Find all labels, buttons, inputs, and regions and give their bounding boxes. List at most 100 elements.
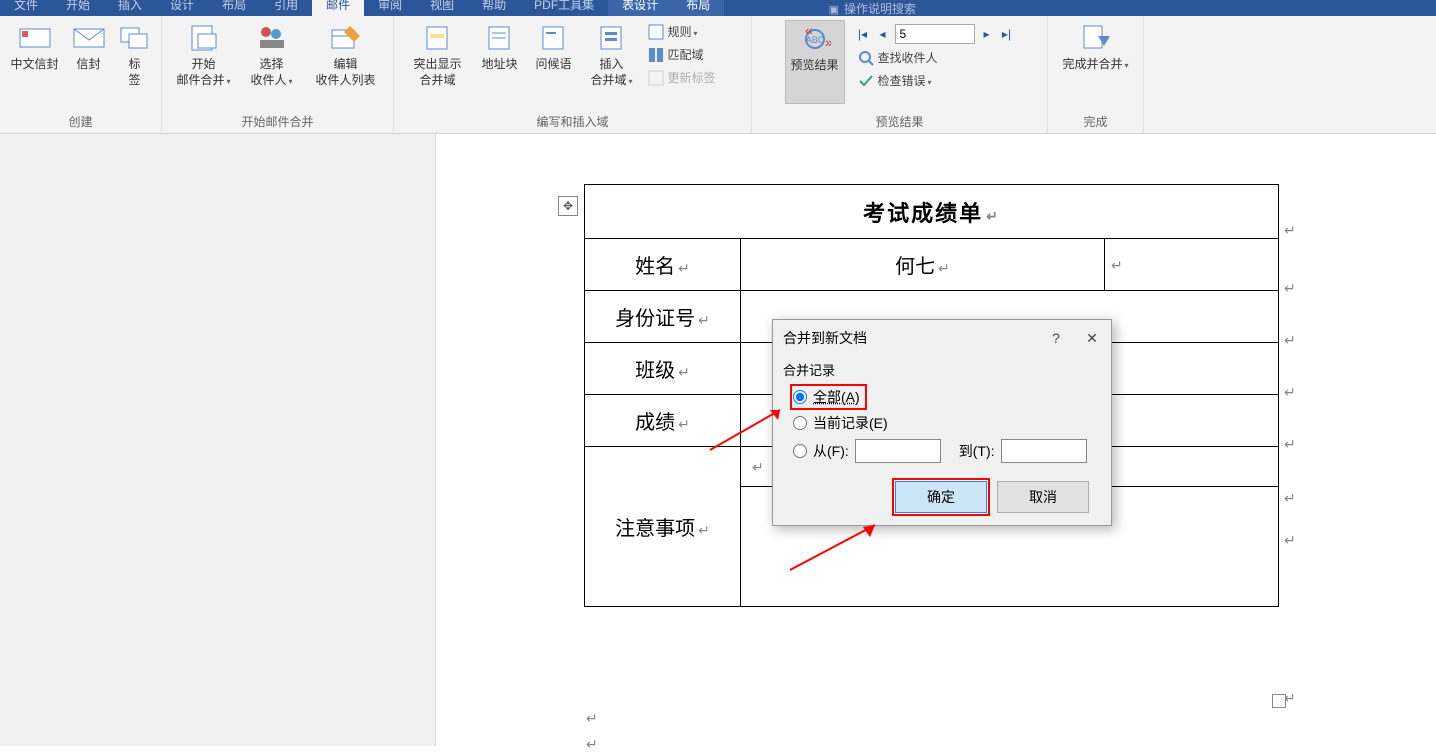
tab-table-layout[interactable]: 布局 [672,0,724,16]
next-record-icon[interactable]: ▸ [979,26,995,42]
class-label-cell[interactable]: 班级↵ [585,343,741,395]
btn-rules[interactable]: 规则 [645,22,741,41]
btn-find-recipient[interactable]: 查找收件人 [855,48,1015,67]
start-merge-icon [188,22,220,54]
name-label-cell[interactable]: 姓名↵ [585,239,741,291]
table-resize-handle[interactable] [1272,694,1286,708]
dialog-close-button[interactable]: ✕ [1083,330,1101,347]
table-move-handle[interactable] [558,196,578,216]
dialog-titlebar[interactable]: 合并到新文档 ? ✕ [773,320,1111,356]
match-icon [648,47,664,63]
radio-range-row[interactable]: 从(F): 到(T): [793,439,1101,463]
tell-me-search[interactable]: 操作说明搜索 [829,0,916,17]
radio-all-row[interactable]: 全部(A) [793,387,864,407]
group-label: 预览结果 [758,111,1041,133]
prev-record-icon[interactable]: ◂ [875,26,891,42]
btn-label: 信封 [76,56,100,72]
tab-references[interactable]: 引用 [260,0,312,16]
group-label: 完成 [1054,111,1137,133]
update-icon [648,70,664,86]
radio-current[interactable] [793,416,807,430]
tab-mailings[interactable]: 邮件 [312,0,364,16]
cell-value: 何七 [895,256,935,278]
name-value-cell[interactable]: 何七↵ [741,239,1105,291]
row-end-mark: ↵ [1284,384,1312,401]
btn-label: 插入 合并域 [590,56,632,90]
to-input[interactable] [1001,439,1087,463]
btn-label: 开始 邮件合并 [176,56,230,90]
tab-view[interactable]: 视图 [416,0,468,16]
insert-field-icon [596,22,628,54]
group-write-fields: 突出显示 合并域 地址块 问候语 插入 合并域 [394,16,752,133]
btn-labels[interactable]: 标 签 [114,20,156,90]
tab-home[interactable]: 开始 [52,0,104,16]
tab-help[interactable]: 帮助 [468,0,520,16]
btn-preview-results[interactable]: ABC«» 预览结果 [785,20,845,104]
edit-recipients-icon [330,22,362,54]
ok-button[interactable]: 确定 [895,481,987,513]
btn-insert-merge-field[interactable]: 插入 合并域 [583,20,641,92]
btn-address-block[interactable]: 地址块 [475,20,525,74]
row-end-mark: ↵ [1284,222,1312,239]
btn-select-recipients[interactable]: 选择 收件人 [242,20,302,92]
address-icon [484,22,516,54]
table-title-cell[interactable]: 考试成绩单↵ [585,185,1279,239]
item-label: 匹配域 [668,46,704,63]
row-end-mark: ↵ [1284,332,1312,349]
radio-from[interactable] [793,444,807,458]
greeting-icon [538,22,570,54]
btn-edit-recipients[interactable]: 编辑 收件人列表 [306,20,386,90]
svg-text:»: » [825,34,831,50]
btn-envelope[interactable]: 信封 [68,20,110,74]
btn-chinese-envelope[interactable]: 中文信封 [6,20,64,74]
btn-highlight-fields[interactable]: 突出显示 合并域 [405,20,471,90]
tab-table-design[interactable]: 表设计 [608,0,672,16]
btn-label: 地址块 [481,56,517,72]
radio-all[interactable] [793,390,807,404]
dialog-help-button[interactable]: ? [1047,330,1065,347]
btn-check-errors[interactable]: 检查错误 [855,71,1015,90]
tab-design[interactable]: 设计 [156,0,208,16]
row-end-mark: ↵ [1284,436,1312,453]
first-record-icon[interactable]: |◂ [855,26,871,42]
btn-label: 标 签 [128,56,140,88]
svg-text:«: « [805,25,813,38]
bulb-icon [829,2,839,16]
btn-label: 选择 收件人 [250,56,292,90]
btn-update-labels: 更新标签 [645,68,741,87]
last-record-icon[interactable]: ▸| [999,26,1015,42]
cell-label: 身份证号 [615,308,695,330]
note-label-cell[interactable]: 注意事项↵ [585,447,741,607]
radio-current-row[interactable]: 当前记录(E) [793,413,1101,433]
score-label-cell[interactable]: 成绩↵ [585,395,741,447]
ribbon-tabstrip: 文件 开始 插入 设计 布局 引用 邮件 审阅 视图 帮助 PDF工具集 表设计… [0,0,1436,16]
btn-finish-merge[interactable]: 完成并合并 [1056,20,1136,76]
ribbon: 中文信封 信封 标 签 创建 开始 邮件合并 [0,16,1436,134]
finish-icon [1080,22,1112,54]
group-label: 开始邮件合并 [168,111,387,133]
from-input[interactable] [855,439,941,463]
item-label: 查找收件人 [878,49,938,66]
btn-start-merge[interactable]: 开始 邮件合并 [170,20,238,92]
id-label-cell[interactable]: 身份证号↵ [585,291,741,343]
para-mark: ↵ [586,736,614,753]
tab-review[interactable]: 审阅 [364,0,416,16]
record-number-input[interactable] [895,24,975,44]
item-label: 规则 [668,23,698,40]
item-label: 更新标签 [668,69,716,86]
row-end-mark: ↵ [1284,280,1312,297]
tab-layout[interactable]: 布局 [208,0,260,16]
cancel-button[interactable]: 取消 [997,481,1089,513]
recipients-icon [256,22,288,54]
tab-pdf[interactable]: PDF工具集 [520,0,608,16]
tab-insert[interactable]: 插入 [104,0,156,16]
btn-greeting-line[interactable]: 问候语 [529,20,579,74]
row-end-mark: ↵ [1284,532,1312,549]
tab-file[interactable]: 文件 [0,0,52,16]
merge-to-new-doc-dialog: 合并到新文档 ? ✕ 合并记录 全部(A) 当前记录(E) 从(F): 到(T)… [772,319,1112,526]
search-icon [858,50,874,66]
btn-match-fields[interactable]: 匹配域 [645,45,741,64]
dialog-title: 合并到新文档 [783,328,867,348]
name-extra-cell[interactable]: ↵ [1105,239,1279,291]
to-label: 到(T): [959,441,995,461]
